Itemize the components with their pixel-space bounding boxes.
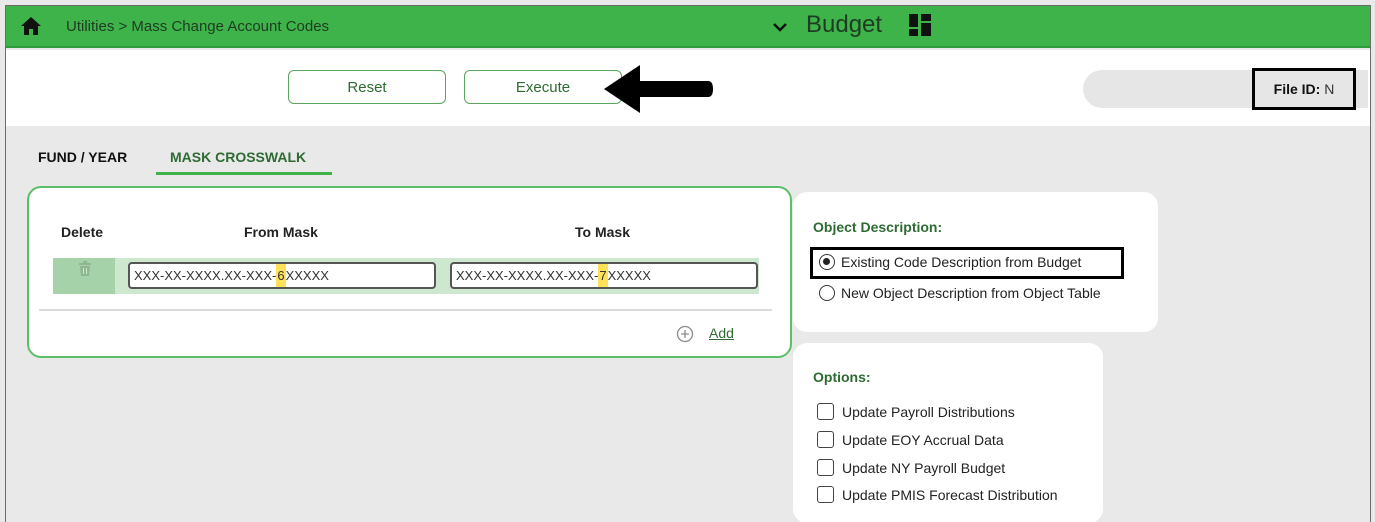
checkbox-update-pmis-forecast-distribution[interactable]: Update PMIS Forecast Distribution: [817, 486, 1058, 503]
file-id-label: File ID:: [1273, 81, 1321, 97]
radio-existing-code-description[interactable]: Existing Code Description from Budget: [819, 254, 1081, 270]
to-mask-suffix: XXXXX: [607, 268, 651, 283]
to-mask-input[interactable]: XXX-XX-XXXX.XX-XXX-7XXXXX: [450, 262, 758, 289]
tab-fund-year[interactable]: FUND / YEAR: [38, 149, 127, 165]
grid-icon[interactable]: [909, 14, 931, 36]
mask-crosswalk-panel: Delete From Mask To Mask XXX-XX-XXXX.XX-…: [27, 186, 792, 358]
arrow-left-icon: [604, 65, 713, 113]
active-tab-indicator: [156, 172, 332, 175]
from-mask-highlight: 6: [276, 264, 286, 287]
checkbox-icon[interactable]: [817, 403, 834, 420]
module-title[interactable]: Budget: [806, 11, 882, 39]
checkbox-update-payroll-distributions[interactable]: Update Payroll Distributions: [817, 403, 1015, 420]
home-icon[interactable]: [20, 16, 42, 36]
checkbox-icon[interactable]: [817, 486, 834, 503]
execute-button[interactable]: Execute: [464, 70, 622, 104]
checkbox-label: Update PMIS Forecast Distribution: [842, 486, 1058, 503]
checkbox-label: Update Payroll Distributions: [842, 403, 1015, 420]
to-mask-prefix: XXX-XX-XXXX.XX-XXX-: [456, 268, 599, 283]
radio-label: Existing Code Description from Budget: [841, 254, 1082, 270]
checkbox-label: Update EOY Accrual Data: [842, 431, 1004, 448]
options-title: Options:: [813, 369, 871, 385]
checkbox-update-ny-payroll-budget[interactable]: Update NY Payroll Budget: [817, 459, 1005, 476]
from-mask-suffix: XXXXX: [285, 268, 329, 283]
file-id-value: N: [1324, 81, 1335, 97]
toolbar: Reset Execute File ID: N: [6, 50, 1370, 126]
radio-unchecked-icon[interactable]: [819, 285, 835, 301]
checkbox-update-eoy-accrual-data[interactable]: Update EOY Accrual Data: [817, 431, 1004, 448]
column-header-to-mask: To Mask: [575, 224, 630, 240]
from-mask-input[interactable]: XXX-XX-XXXX.XX-XXX-6XXXXX: [128, 262, 436, 289]
plus-circle-icon[interactable]: [676, 325, 694, 343]
to-mask-highlight: 7: [598, 264, 608, 287]
column-header-from-mask: From Mask: [244, 224, 318, 240]
radio-checked-icon[interactable]: [819, 254, 835, 270]
chevron-down-icon[interactable]: [772, 20, 788, 34]
breadcrumb: Utilities > Mass Change Account Codes: [66, 18, 330, 35]
from-mask-prefix: XXX-XX-XXXX.XX-XXX-: [134, 268, 277, 283]
column-header-delete: Delete: [61, 224, 104, 240]
checkbox-label: Update NY Payroll Budget: [842, 459, 1006, 476]
reset-button[interactable]: Reset: [288, 70, 446, 104]
tab-mask-crosswalk[interactable]: MASK CROSSWALK: [170, 149, 306, 165]
app-window: Utilities > Mass Change Account Codes Bu…: [5, 5, 1371, 522]
add-row-link[interactable]: Add: [709, 325, 734, 341]
object-description-title: Object Description:: [813, 219, 943, 235]
radio-label: New Object Description from Object Table: [841, 285, 1101, 301]
checkbox-icon[interactable]: [817, 459, 834, 476]
checkbox-icon[interactable]: [817, 431, 834, 448]
file-id-indicator: File ID: N: [1252, 68, 1356, 110]
radio-new-object-description[interactable]: New Object Description from Object Table: [819, 285, 1101, 301]
options-card: Options: Update Payroll Distributions Up…: [793, 343, 1103, 522]
trash-icon[interactable]: [78, 261, 92, 277]
top-nav-bar: Utilities > Mass Change Account Codes Bu…: [6, 6, 1370, 48]
divider: [39, 309, 772, 311]
object-description-card: Object Description: Existing Code Descri…: [793, 192, 1158, 332]
